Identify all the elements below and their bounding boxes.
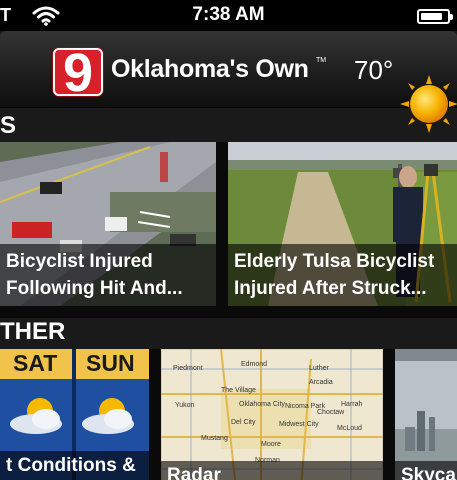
channel-9-logo[interactable]: 9 xyxy=(53,48,103,96)
map-place-label: Edmond xyxy=(241,361,268,368)
map-place-label: The Village xyxy=(221,387,256,394)
current-temperature[interactable]: 70° xyxy=(354,55,393,86)
weather-tile-radar[interactable]: Edmond Piedmont Luther Arcadia The Village Yu… xyxy=(161,349,383,480)
battery-level xyxy=(421,13,442,20)
logo-number: 9 xyxy=(62,48,94,96)
weather-tile-skycam[interactable]: Skyca xyxy=(395,349,457,480)
map-place-label: Mustang xyxy=(201,435,228,442)
weather-tile-conditions[interactable]: SAT SUN t Conditions & xyxy=(0,349,149,480)
forecast-day: SAT xyxy=(13,350,58,376)
status-bar: T 7:38 AM xyxy=(0,0,457,31)
story-headline-line1: Bicyclist Injured xyxy=(6,251,153,272)
story-headline-line2: Injured After Struck... xyxy=(234,278,427,299)
map-place-label: Midwest City xyxy=(279,421,319,428)
weather-carousel[interactable]: SAT SUN t Conditions & Edmond Piedmont Lut… xyxy=(0,349,457,480)
news-carousel[interactable]: Bicyclist Injured Following Hit And... E… xyxy=(0,142,457,318)
trademark-mark: TM xyxy=(316,57,327,64)
battery-icon xyxy=(417,9,453,24)
brand-name: Oklahoma's Own xyxy=(111,55,309,83)
app-header: 9 Oklahoma's Own TM 70° xyxy=(0,31,457,133)
story-caption: Elderly Tulsa Bicyclist Injured After St… xyxy=(228,244,457,306)
map-place-label: Oklahoma City xyxy=(239,401,285,408)
map-place-label: Arcadia xyxy=(309,379,333,386)
weather-section-title: THER xyxy=(0,318,66,345)
sun-icon[interactable] xyxy=(400,75,457,133)
news-story-card[interactable]: Elderly Tulsa Bicyclist Injured After St… xyxy=(228,142,457,306)
tile-label: t Conditions & xyxy=(0,451,149,480)
status-time: 7:38 AM xyxy=(192,4,265,25)
map-place-label: Luther xyxy=(309,365,329,372)
map-place-label: Harrah xyxy=(341,401,363,408)
story-headline-line1: Elderly Tulsa Bicyclist xyxy=(234,251,435,272)
map-place-label: Piedmont xyxy=(173,365,203,372)
map-place-label: McLoud xyxy=(337,425,362,432)
news-story-card[interactable]: Bicyclist Injured Following Hit And... xyxy=(0,142,216,306)
tile-label: Skyca xyxy=(395,461,457,480)
map-place-label: Del City xyxy=(231,419,256,426)
story-caption: Bicyclist Injured Following Hit And... xyxy=(0,244,216,306)
forecast-day: SUN xyxy=(86,350,135,376)
story-headline-line2: Following Hit And... xyxy=(6,278,183,299)
map-place-label: Choctaw xyxy=(317,409,345,416)
map-place-label: Moore xyxy=(261,441,281,448)
news-section-title: S xyxy=(0,112,17,139)
tile-label: Radar xyxy=(161,461,383,480)
map-place-label: Yukon xyxy=(175,402,195,409)
